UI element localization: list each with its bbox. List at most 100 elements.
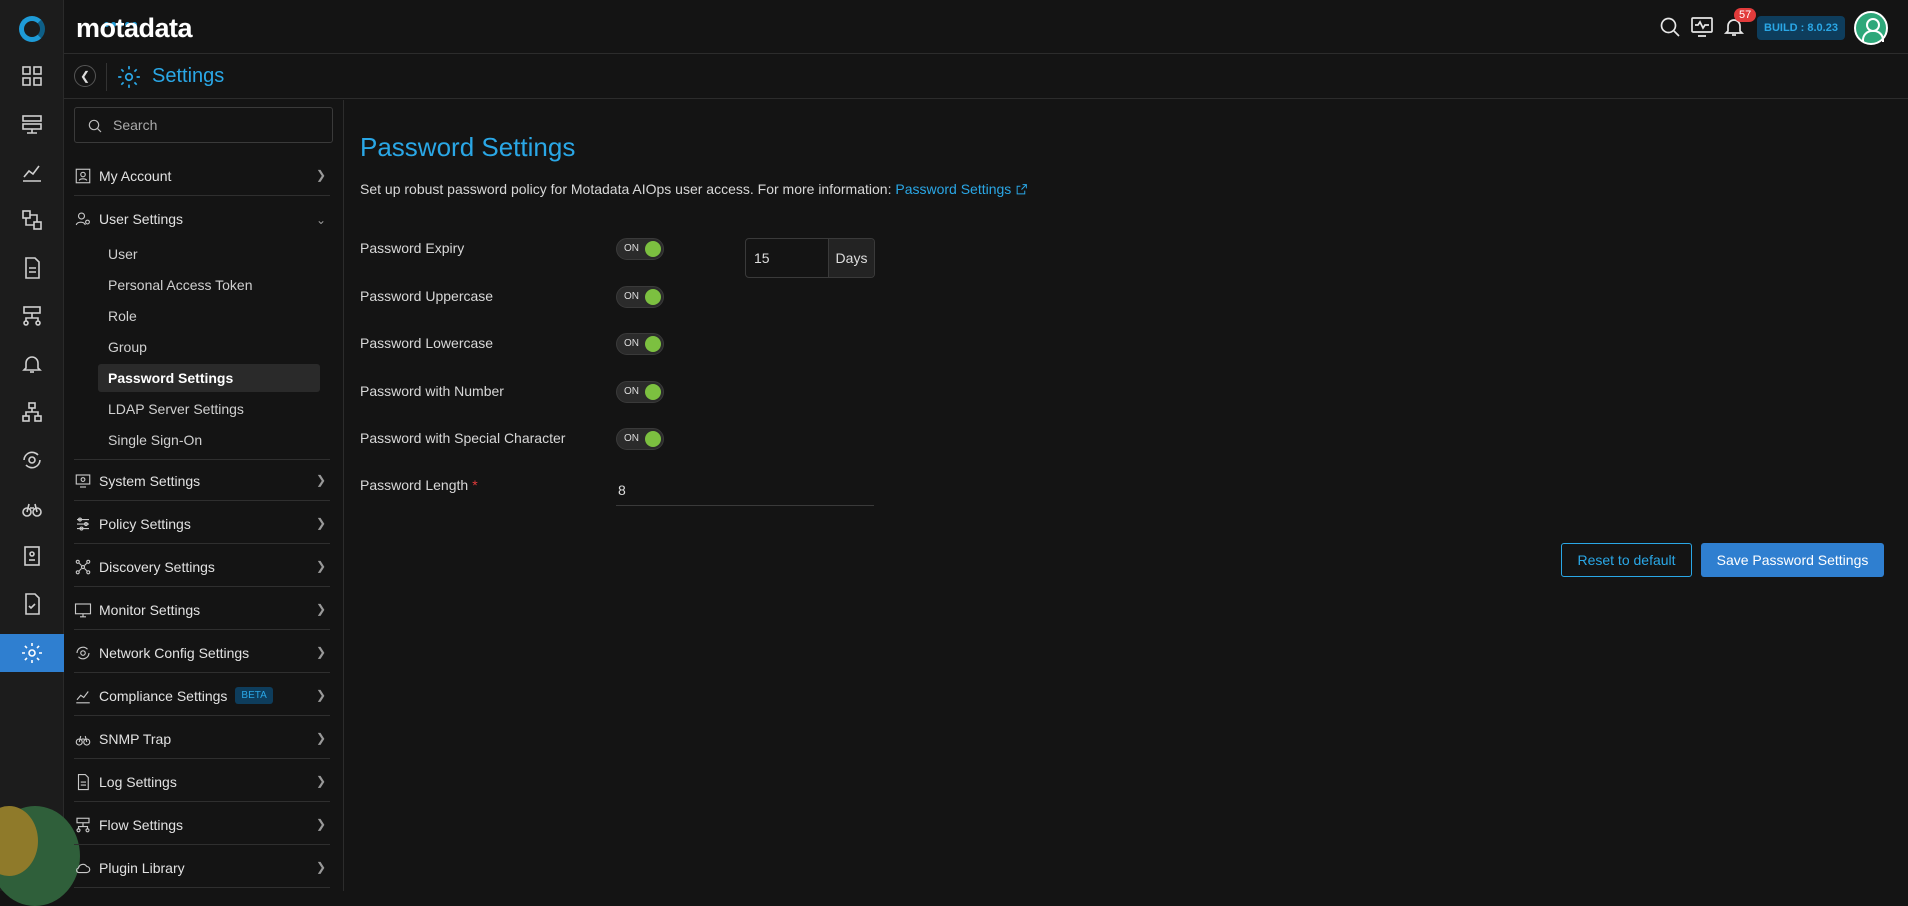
sidebar-item-label: Plugin Library: [99, 859, 185, 876]
topology-icon[interactable]: [0, 201, 64, 239]
required-mark: *: [472, 477, 478, 493]
chevron-right-icon: ❯: [315, 602, 326, 616]
password-expiry-toggle[interactable]: ON: [616, 238, 664, 260]
toggle-knob: [645, 384, 661, 400]
sidebar-item-label: Discovery Settings: [99, 558, 215, 575]
chevron-right-icon: ❯: [315, 516, 326, 530]
user-card-icon: [74, 167, 92, 185]
beta-badge: BETA: [235, 687, 273, 704]
password-length-input[interactable]: [616, 474, 874, 506]
sidebar-item-system-settings[interactable]: System Settings ❯: [74, 461, 330, 501]
sidebar-search[interactable]: [74, 107, 333, 143]
length-label-text: Password Length: [360, 477, 469, 493]
sidebar-item-label: System Settings: [99, 472, 201, 489]
sliders-icon: [74, 515, 92, 533]
sidebar-item-label: My Account: [99, 167, 172, 184]
chevron-right-icon: ❯: [315, 774, 326, 788]
audit-icon[interactable]: [0, 537, 64, 575]
sidebar-subitem-ldap-server-settings[interactable]: LDAP Server Settings: [98, 395, 320, 423]
brand-logo[interactable]: motadata: [76, 13, 193, 44]
user-gear-icon: [74, 210, 92, 228]
password-expiry-label: Password Expiry: [360, 240, 465, 256]
chevron-right-icon: ❯: [315, 688, 326, 702]
password-settings-link[interactable]: Password Settings: [895, 181, 1028, 197]
sidebar-item-label: Monitor Settings: [99, 601, 201, 618]
save-password-settings-button[interactable]: Save Password Settings: [1701, 543, 1884, 577]
toggle-knob: [645, 289, 661, 305]
sidebar-item-flow-settings[interactable]: Flow Settings ❯: [74, 805, 330, 845]
alerts-icon[interactable]: [0, 345, 64, 383]
sidebar-item-plugin-library[interactable]: Plugin Library ❯: [74, 848, 330, 888]
sidebar-subitem-group[interactable]: Group: [98, 333, 320, 361]
sidebar-item-log-settings[interactable]: Log Settings ❯: [74, 762, 330, 802]
config-icon[interactable]: [0, 441, 64, 479]
toggle-state-text: ON: [624, 291, 639, 302]
external-link-icon: [1015, 183, 1028, 196]
expiry-unit-label: Days: [828, 239, 874, 277]
notification-badge: 57: [1734, 8, 1757, 22]
reset-to-default-button[interactable]: Reset to default: [1561, 543, 1692, 577]
sidebar-item-user-settings[interactable]: User Settings ⌄: [74, 199, 330, 239]
page-description: Set up robust password policy for Motada…: [360, 181, 1028, 197]
divider: [106, 63, 107, 91]
password-special-char-label: Password with Special Character: [360, 430, 566, 446]
compliance-icon[interactable]: [0, 585, 64, 623]
build-version: BUILD : 8.0.23: [1757, 16, 1845, 40]
sidebar-item-my-account[interactable]: My Account ❯: [74, 156, 330, 196]
dashboard-icon[interactable]: [0, 57, 64, 95]
password-expiry-days: Days: [745, 238, 875, 278]
toggle-knob: [645, 241, 661, 257]
search-icon: [88, 119, 102, 133]
sidebar-item-label: User Settings: [99, 211, 184, 227]
sidebar-item-monitor-settings[interactable]: Monitor Settings ❯: [74, 590, 330, 630]
sidebar-item-discovery-settings[interactable]: Discovery Settings ❯: [74, 547, 330, 587]
sidebar-item-label: Network Config Settings: [99, 644, 250, 661]
password-length-label: Password Length *: [360, 477, 478, 493]
report-icon[interactable]: [0, 249, 64, 287]
settings-icon[interactable]: [0, 634, 64, 672]
expiry-days-input[interactable]: [746, 239, 828, 277]
document-icon: [74, 773, 92, 791]
chevron-right-icon: ❯: [315, 473, 326, 487]
sidebar-subitem-user[interactable]: User: [98, 240, 320, 268]
password-number-toggle[interactable]: ON: [616, 381, 664, 403]
icon-rail: [0, 0, 80, 906]
monitor-pulse-icon[interactable]: [1690, 15, 1714, 39]
sidebar-subitem-personal-access-token[interactable]: Personal Access Token: [98, 271, 320, 299]
sidebar-item-label: Log Settings: [99, 773, 177, 790]
workflow-icon[interactable]: [0, 297, 64, 335]
top-bar: motadata 57 BUILD : 8.0.23: [64, 0, 1908, 54]
password-lowercase-toggle[interactable]: ON: [616, 333, 664, 355]
password-lowercase-label: Password Lowercase: [360, 335, 494, 351]
sidebar-item-network-config-settings[interactable]: Network Config Settings ❯: [74, 633, 330, 673]
network-icon[interactable]: [0, 393, 64, 431]
binoculars-icon: [74, 730, 92, 748]
sidebar-subitem-role[interactable]: Role: [98, 302, 320, 330]
sidebar-subitem-password-settings[interactable]: Password Settings: [98, 364, 320, 392]
sidebar-item-snmp-trap[interactable]: SNMP Trap ❯: [74, 719, 330, 759]
sidebar-item-compliance-settings[interactable]: Compliance Settings BETA ❯: [74, 676, 330, 716]
inventory-icon[interactable]: [0, 105, 64, 143]
flow-icon: [74, 816, 92, 834]
back-button[interactable]: ❮: [74, 65, 96, 87]
plugin-icon: [74, 859, 92, 877]
toggle-knob: [645, 431, 661, 447]
user-avatar[interactable]: [1854, 11, 1888, 45]
toggle-state-text: ON: [624, 433, 639, 444]
password-special-char-toggle[interactable]: ON: [616, 428, 664, 450]
metrics-icon[interactable]: [0, 153, 64, 191]
chevron-right-icon: ❯: [315, 860, 326, 874]
chevron-right-icon: ❯: [315, 559, 326, 573]
chevron-down-icon: ⌄: [315, 213, 326, 227]
password-uppercase-label: Password Uppercase: [360, 288, 494, 304]
sidebar-subitem-single-sign-on[interactable]: Single Sign-On: [98, 426, 320, 454]
monitor-icon: [74, 601, 92, 619]
app-logo-icon[interactable]: [19, 16, 45, 42]
binoculars-icon[interactable]: [0, 489, 64, 527]
search-icon[interactable]: [1658, 15, 1682, 39]
sidebar-item-policy-settings[interactable]: Policy Settings ❯: [74, 504, 330, 544]
password-uppercase-toggle[interactable]: ON: [616, 286, 664, 308]
search-input[interactable]: [113, 108, 323, 142]
system-settings-icon: [74, 472, 92, 490]
network-nodes-icon: [74, 558, 92, 576]
